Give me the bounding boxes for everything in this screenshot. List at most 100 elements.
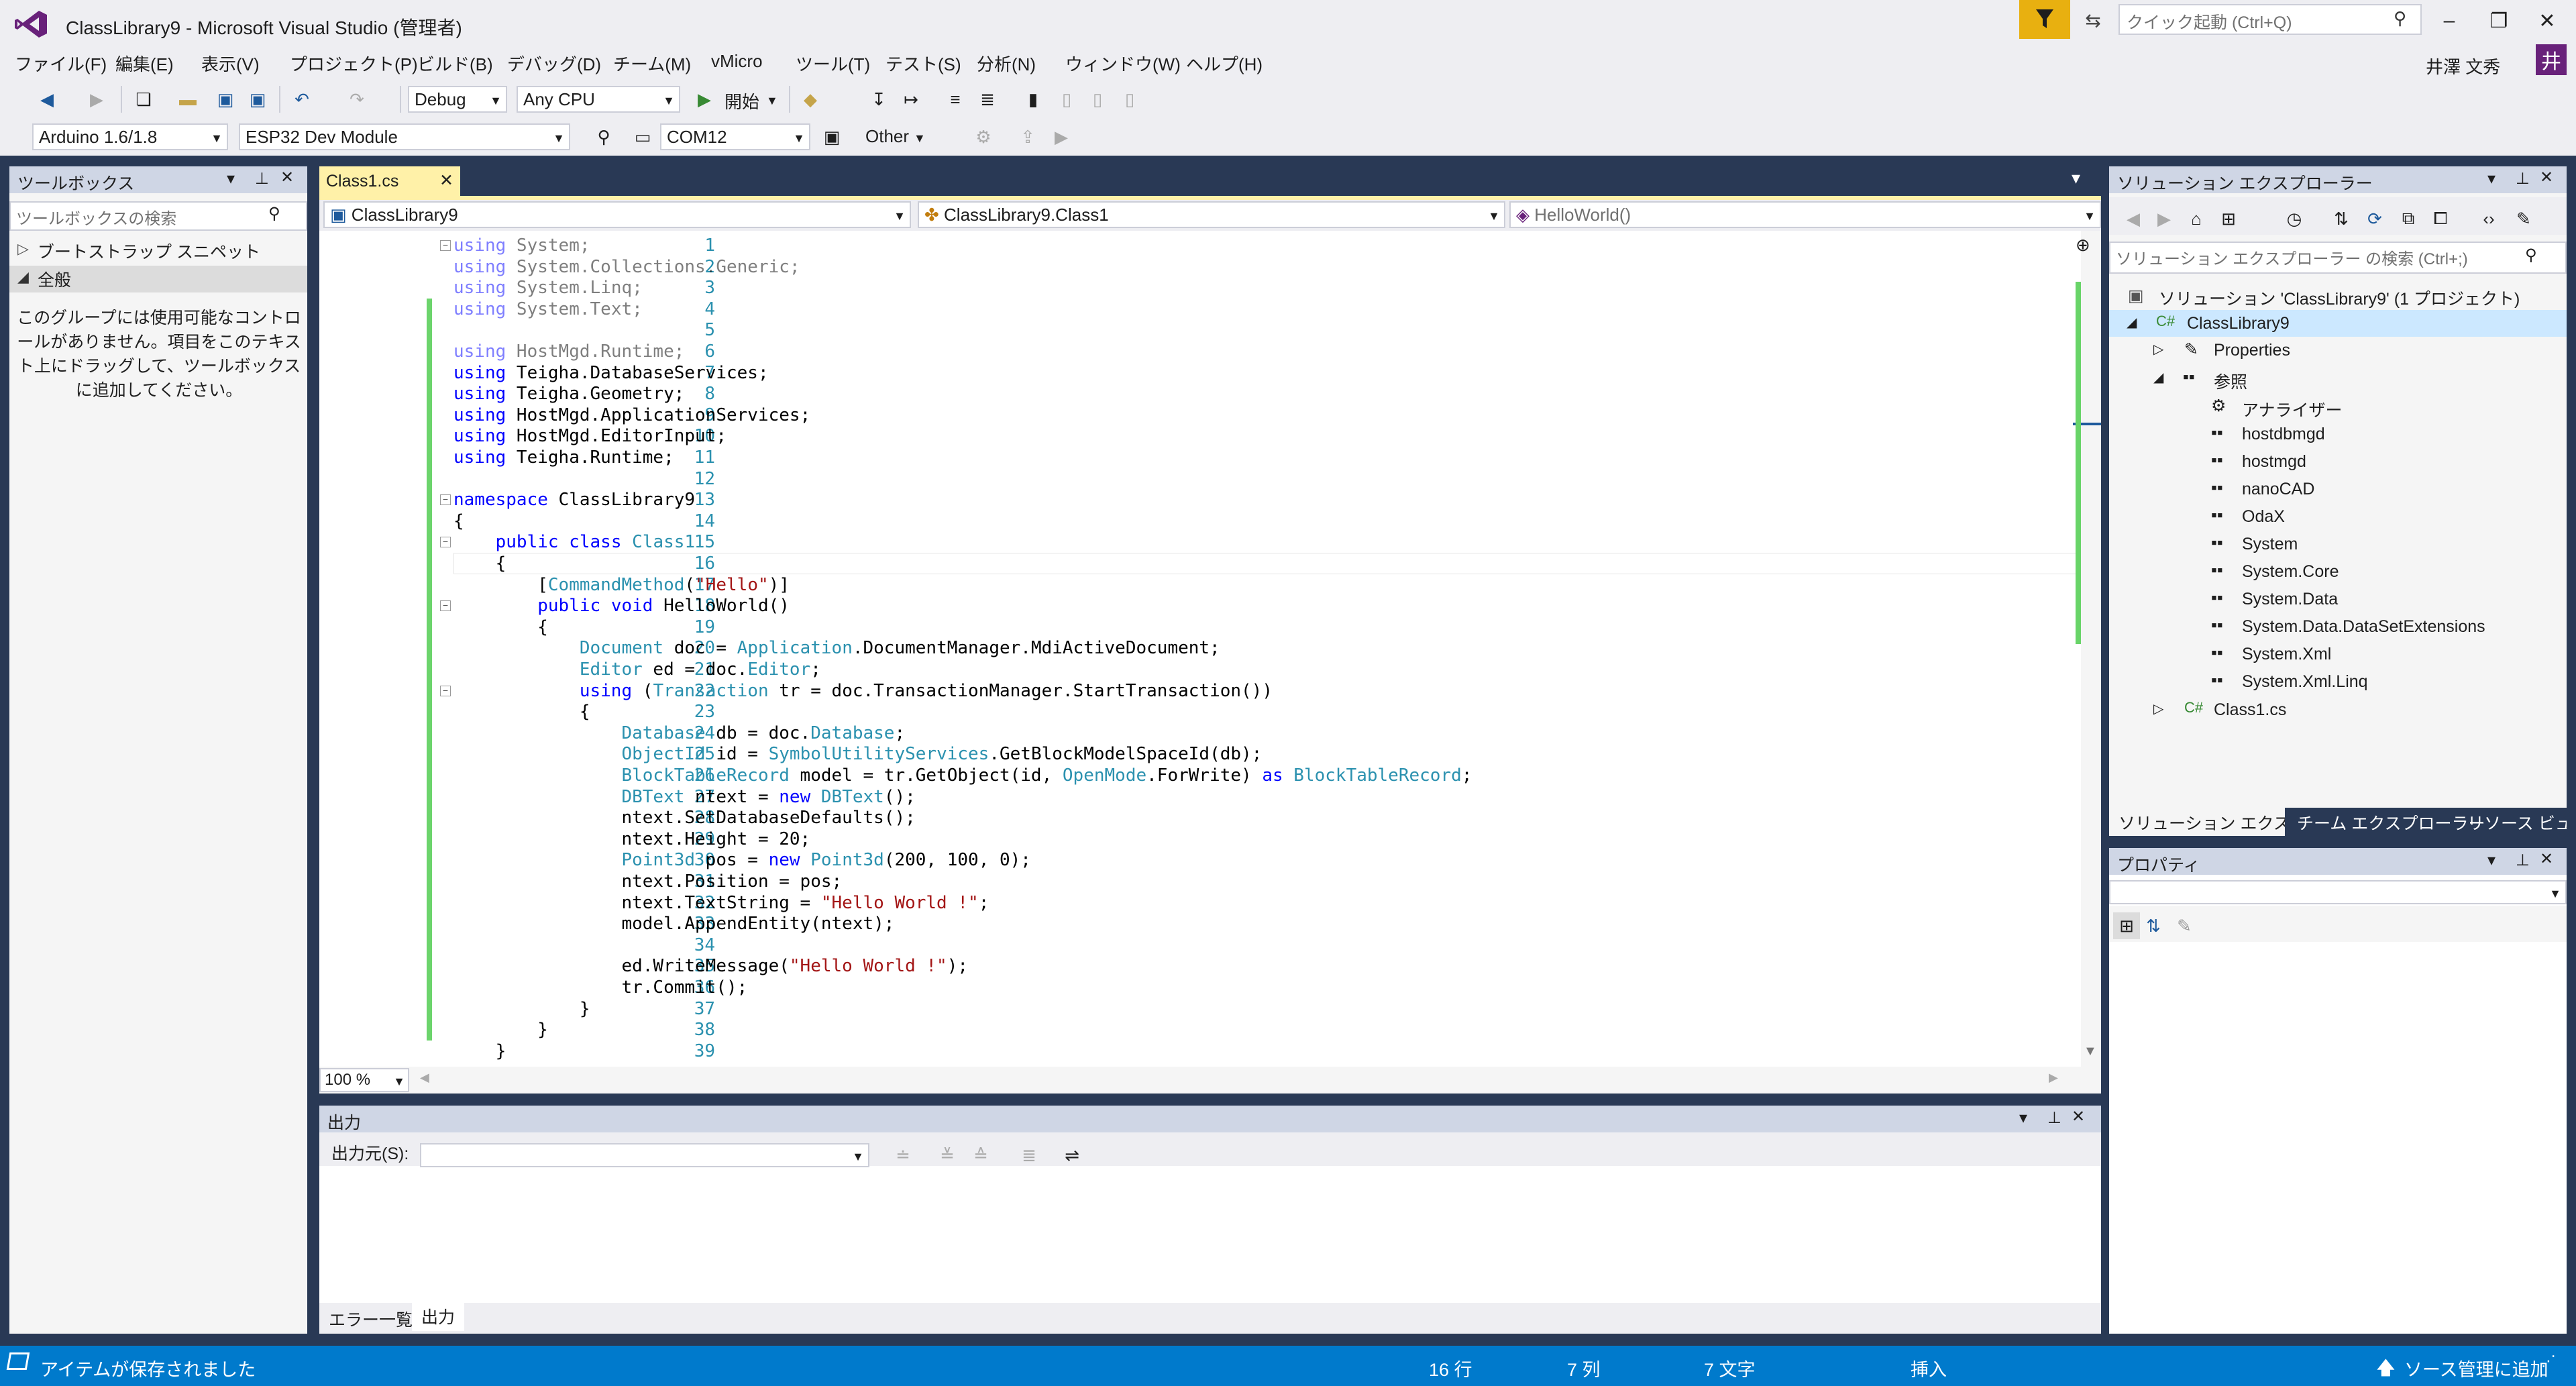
collapse-toggle-icon[interactable]: −: [440, 537, 451, 548]
code-line[interactable]: using System.Text;: [453, 299, 643, 320]
categorized-icon[interactable]: ⊞: [2113, 912, 2140, 939]
tree-project[interactable]: ClassLibrary9: [2187, 314, 2290, 333]
code-line[interactable]: {: [453, 617, 548, 638]
find-message-icon[interactable]: ≐: [890, 1142, 916, 1169]
tree-reference-item[interactable]: System.Xml.Linq: [2242, 672, 2368, 692]
code-line[interactable]: [CommandMethod("Hello")]: [453, 574, 790, 596]
scroll-down-icon[interactable]: ▼: [2084, 1044, 2097, 1059]
open-folder-icon[interactable]: ▬: [174, 86, 201, 113]
tree-solution[interactable]: ソリューション 'ClassLibrary9' (1 プロジェクト): [2159, 286, 2520, 310]
browser-link-icon[interactable]: ◆: [797, 86, 824, 113]
code-line[interactable]: using Teigha.Runtime;: [453, 447, 674, 468]
serial-port-icon[interactable]: ▣: [818, 123, 845, 150]
code-line[interactable]: using System.Linq;: [453, 277, 643, 299]
code-line[interactable]: }: [453, 1041, 506, 1062]
pending-changes-icon[interactable]: ◷: [2281, 205, 2308, 232]
sync-icon[interactable]: ⇅: [2328, 205, 2355, 232]
feedback-icon[interactable]: ⇆: [2080, 7, 2106, 34]
platform-select[interactable]: Any CPU ▼: [517, 86, 680, 113]
code-line[interactable]: Editor ed = doc.Editor;: [453, 659, 821, 680]
tab-class1-cs[interactable]: Class1.cs ✕: [319, 166, 460, 196]
collapse-toggle-icon[interactable]: −: [440, 600, 451, 612]
code-line[interactable]: ed.WriteMessage("Hello World !");: [453, 955, 968, 977]
pin-icon[interactable]: ⊥: [2047, 1108, 2061, 1128]
word-wrap-icon[interactable]: ⇌: [1059, 1142, 1085, 1169]
save-all-icon[interactable]: ▣: [244, 86, 271, 113]
search-icon[interactable]: ⚲: [590, 123, 617, 150]
code-line[interactable]: BlockTableRecord model = tr.GetObject(id…: [453, 765, 1472, 786]
nav-class-select[interactable]: ✤ ClassLibrary9.Class1 ▼: [918, 201, 1505, 228]
properties-wrench-icon[interactable]: ✎: [2510, 205, 2537, 232]
menu-window[interactable]: ウィンドウ(W): [1065, 51, 1181, 76]
close-button[interactable]: ✕: [2525, 4, 2569, 38]
code-line[interactable]: }: [453, 998, 590, 1020]
chevron-down-icon[interactable]: ▼: [914, 131, 926, 146]
code-line[interactable]: public void HelloWorld(): [453, 595, 790, 617]
switch-views-icon[interactable]: ⊞: [2215, 205, 2242, 232]
uncomment-icon[interactable]: ≣: [974, 86, 1001, 113]
menu-project[interactable]: プロジェクト(P): [290, 51, 418, 76]
tree-reference-item[interactable]: hostmgd: [2242, 452, 2306, 472]
code-line[interactable]: using System.Collections.Generic;: [453, 256, 800, 278]
code-line[interactable]: using HostMgd.EditorInput;: [453, 425, 727, 447]
code-line[interactable]: ntext.Position = pos;: [453, 871, 842, 892]
code-line[interactable]: using Teigha.Geometry;: [453, 383, 684, 405]
chevron-down-icon[interactable]: ▼: [766, 94, 778, 108]
pin-icon[interactable]: ⊥: [2516, 851, 2530, 870]
back-icon[interactable]: ◀: [34, 86, 60, 113]
forward-icon[interactable]: ▶: [2151, 205, 2178, 232]
code-line[interactable]: ntext.TextString = "Hello World !";: [453, 892, 989, 914]
tree-reference-item[interactable]: アナライザー: [2242, 397, 2343, 421]
close-icon[interactable]: ✕: [2540, 168, 2553, 187]
tree-reference-item[interactable]: nanoCAD: [2242, 480, 2314, 499]
close-icon[interactable]: ✕: [2540, 849, 2553, 869]
close-icon[interactable]: ✕: [280, 168, 294, 187]
tree-references[interactable]: 参照: [2214, 369, 2247, 393]
menu-edit[interactable]: 編集(E): [115, 51, 174, 76]
nav-member-select[interactable]: ◈ HelloWorld() ▼: [1509, 201, 2101, 228]
menu-analyze[interactable]: 分析(N): [977, 51, 1036, 76]
collapsed-arrow-icon[interactable]: ▷: [2153, 341, 2163, 358]
home-icon[interactable]: ⌂: [2183, 205, 2210, 232]
menu-help[interactable]: ヘルプ(H): [1186, 51, 1263, 76]
tab-resource-view[interactable]: リソース ビュー: [2458, 808, 2567, 836]
tab-error-list[interactable]: エラー一覧: [319, 1304, 422, 1331]
expanded-arrow-icon[interactable]: ◢: [2127, 314, 2137, 331]
collapse-toggle-icon[interactable]: −: [440, 240, 451, 251]
prev-message-icon[interactable]: ≚: [934, 1142, 961, 1169]
menu-tools[interactable]: ツール(T): [796, 51, 870, 76]
close-icon[interactable]: ✕: [439, 170, 453, 191]
other-button[interactable]: Other: [865, 126, 909, 147]
scroll-left-icon[interactable]: ◀: [420, 1071, 429, 1085]
code-line[interactable]: DBText ntext = new DBText();: [453, 786, 915, 808]
collapse-all-icon[interactable]: ⧉: [2395, 205, 2422, 232]
restore-button[interactable]: ❐: [2477, 4, 2521, 38]
save-icon[interactable]: ▣: [212, 86, 239, 113]
code-line[interactable]: using (Transaction tr = doc.TransactionM…: [453, 680, 1273, 702]
minimize-button[interactable]: –: [2427, 4, 2471, 38]
up-arrow-icon[interactable]: 🡅: [2376, 1354, 2396, 1386]
configuration-select[interactable]: Debug ▼: [408, 86, 507, 113]
code-line[interactable]: {: [453, 511, 464, 532]
nav-project-select[interactable]: ▣ ClassLibrary9 ▼: [323, 201, 911, 228]
output-source-select[interactable]: ▼: [420, 1143, 869, 1167]
close-icon[interactable]: ✕: [2072, 1107, 2085, 1126]
start-icon[interactable]: ▶: [691, 86, 718, 113]
run-icon[interactable]: ▶: [1048, 123, 1075, 150]
undo-icon[interactable]: ↶: [288, 86, 315, 113]
properties-object-select[interactable]: ▼: [2109, 880, 2567, 904]
port-select[interactable]: COM12 ▼: [660, 123, 810, 150]
chevron-down-icon[interactable]: ▾: [2487, 851, 2496, 870]
tab-output[interactable]: 出力: [412, 1301, 465, 1331]
show-all-files-icon[interactable]: ⧠: [2427, 205, 2454, 232]
code-line[interactable]: ObjectId id = SymbolUtilityServices.GetB…: [453, 743, 1262, 765]
tree-properties[interactable]: Properties: [2214, 341, 2290, 360]
collapse-toggle-icon[interactable]: −: [440, 494, 451, 506]
refresh-icon[interactable]: ⟳: [2361, 205, 2388, 232]
step-into-icon[interactable]: ↧: [865, 86, 892, 113]
new-project-icon[interactable]: ❏: [130, 86, 157, 113]
menu-file[interactable]: ファイル(F): [15, 51, 107, 76]
clear-all-icon[interactable]: ≣: [1016, 1142, 1042, 1169]
source-control-button[interactable]: ソース管理に追加: [2404, 1355, 2548, 1381]
tree-file-class1[interactable]: Class1.cs: [2214, 700, 2286, 720]
